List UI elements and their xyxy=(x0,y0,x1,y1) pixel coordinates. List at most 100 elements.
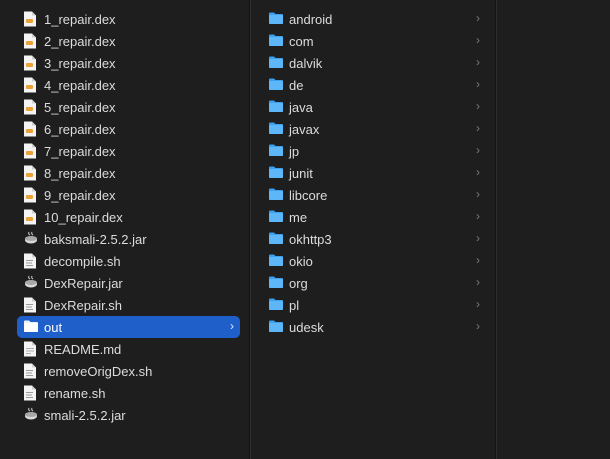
dex-file-icon xyxy=(23,55,39,71)
folder-icon xyxy=(268,319,284,335)
item-name: de xyxy=(289,77,304,93)
item-name: dalvik xyxy=(289,55,323,71)
file-item[interactable]: removeOrigDex.sh xyxy=(17,360,240,382)
folder-item[interactable]: pl › xyxy=(262,294,486,316)
item-name: okhttp3 xyxy=(289,231,332,247)
folder-item[interactable]: junit › xyxy=(262,162,486,184)
dex-file-icon xyxy=(23,33,39,49)
folder-item[interactable]: okio › xyxy=(262,250,486,272)
chevron-right-icon: › xyxy=(476,33,480,47)
folder-icon xyxy=(268,253,284,269)
file-item[interactable]: DexRepair.sh xyxy=(17,294,240,316)
dex-file-icon xyxy=(23,209,39,225)
folder-item[interactable]: jp › xyxy=(262,140,486,162)
folder-icon xyxy=(268,77,284,93)
item-name: jp xyxy=(289,143,300,159)
chevron-right-icon: › xyxy=(476,187,480,201)
folder-item[interactable]: dalvik › xyxy=(262,52,486,74)
item-name: 5_repair.dex xyxy=(44,99,116,115)
item-name: 9_repair.dex xyxy=(44,187,116,203)
item-name: 8_repair.dex xyxy=(44,165,116,181)
item-name: 4_repair.dex xyxy=(44,77,116,93)
item-name: out xyxy=(44,319,63,335)
file-item[interactable]: 5_repair.dex xyxy=(17,96,240,118)
finder-column-3-empty xyxy=(497,0,610,459)
folder-icon xyxy=(268,297,284,313)
folder-item[interactable]: libcore › xyxy=(262,184,486,206)
dex-file-icon xyxy=(23,121,39,137)
file-item[interactable]: rename.sh xyxy=(17,382,240,404)
chevron-right-icon: › xyxy=(476,99,480,113)
item-name: android xyxy=(289,11,333,27)
item-name: okio xyxy=(289,253,313,269)
folder-icon xyxy=(268,187,284,203)
item-name: README.md xyxy=(44,341,122,357)
item-name: me xyxy=(289,209,308,225)
chevron-right-icon: › xyxy=(476,319,480,333)
dex-file-icon xyxy=(23,99,39,115)
folder-item[interactable]: java › xyxy=(262,96,486,118)
chevron-right-icon: › xyxy=(476,209,480,223)
chevron-right-icon: › xyxy=(476,165,480,179)
file-item[interactable]: decompile.sh xyxy=(17,250,240,272)
item-name: javax xyxy=(289,121,320,137)
finder-column-2[interactable]: android › com › dalvik › de › java › javax › jp › juni… xyxy=(251,0,495,459)
item-name: com xyxy=(289,33,314,49)
item-name: decompile.sh xyxy=(44,253,121,269)
folder-icon xyxy=(23,319,39,335)
chevron-right-icon: › xyxy=(476,297,480,311)
chevron-right-icon: › xyxy=(476,121,480,135)
item-name: 6_repair.dex xyxy=(44,121,116,137)
folder-icon xyxy=(268,11,284,27)
folder-item[interactable]: out › xyxy=(17,316,240,338)
file-item[interactable]: 4_repair.dex xyxy=(17,74,240,96)
file-item[interactable]: smali-2.5.2.jar xyxy=(17,404,240,426)
item-name: udesk xyxy=(289,319,324,335)
item-name: pl xyxy=(289,297,300,313)
folder-item[interactable]: de › xyxy=(262,74,486,96)
file-item[interactable]: 6_repair.dex xyxy=(17,118,240,140)
finder-column-1[interactable]: 1_repair.dex 2_repair.dex 3_repair.dex 4_re… xyxy=(0,0,249,459)
chevron-right-icon: › xyxy=(230,319,234,333)
file-item[interactable]: README.md xyxy=(17,338,240,360)
file-item[interactable]: 3_repair.dex xyxy=(17,52,240,74)
item-name: 3_repair.dex xyxy=(44,55,116,71)
script-file-icon xyxy=(23,363,39,379)
folder-icon xyxy=(268,165,284,181)
folder-icon xyxy=(268,231,284,247)
dex-file-icon xyxy=(23,11,39,27)
chevron-right-icon: › xyxy=(476,275,480,289)
file-item[interactable]: baksmali-2.5.2.jar xyxy=(17,228,240,250)
script-file-icon xyxy=(23,297,39,313)
folder-icon xyxy=(268,99,284,115)
file-item[interactable]: 1_repair.dex xyxy=(17,8,240,30)
file-item[interactable]: DexRepair.jar xyxy=(17,272,240,294)
script-file-icon xyxy=(23,253,39,269)
folder-item[interactable]: me › xyxy=(262,206,486,228)
item-name: org xyxy=(289,275,308,291)
chevron-right-icon: › xyxy=(476,143,480,157)
item-name: 2_repair.dex xyxy=(44,33,116,49)
chevron-right-icon: › xyxy=(476,77,480,91)
folder-item[interactable]: javax › xyxy=(262,118,486,140)
jar-file-icon xyxy=(23,275,39,291)
chevron-right-icon: › xyxy=(476,253,480,267)
folder-item[interactable]: android › xyxy=(262,8,486,30)
chevron-right-icon: › xyxy=(476,11,480,25)
file-item[interactable]: 7_repair.dex xyxy=(17,140,240,162)
folder-item[interactable]: udesk › xyxy=(262,316,486,338)
item-name: junit xyxy=(289,165,313,181)
folder-icon xyxy=(268,275,284,291)
chevron-right-icon: › xyxy=(476,231,480,245)
file-item[interactable]: 2_repair.dex xyxy=(17,30,240,52)
item-name: DexRepair.jar xyxy=(44,275,123,291)
folder-item[interactable]: org › xyxy=(262,272,486,294)
folder-item[interactable]: okhttp3 › xyxy=(262,228,486,250)
folder-icon xyxy=(268,55,284,71)
file-item[interactable]: 9_repair.dex xyxy=(17,184,240,206)
item-name: DexRepair.sh xyxy=(44,297,123,313)
file-item[interactable]: 10_repair.dex xyxy=(17,206,240,228)
file-item[interactable]: 8_repair.dex xyxy=(17,162,240,184)
folder-icon xyxy=(268,121,284,137)
folder-item[interactable]: com › xyxy=(262,30,486,52)
